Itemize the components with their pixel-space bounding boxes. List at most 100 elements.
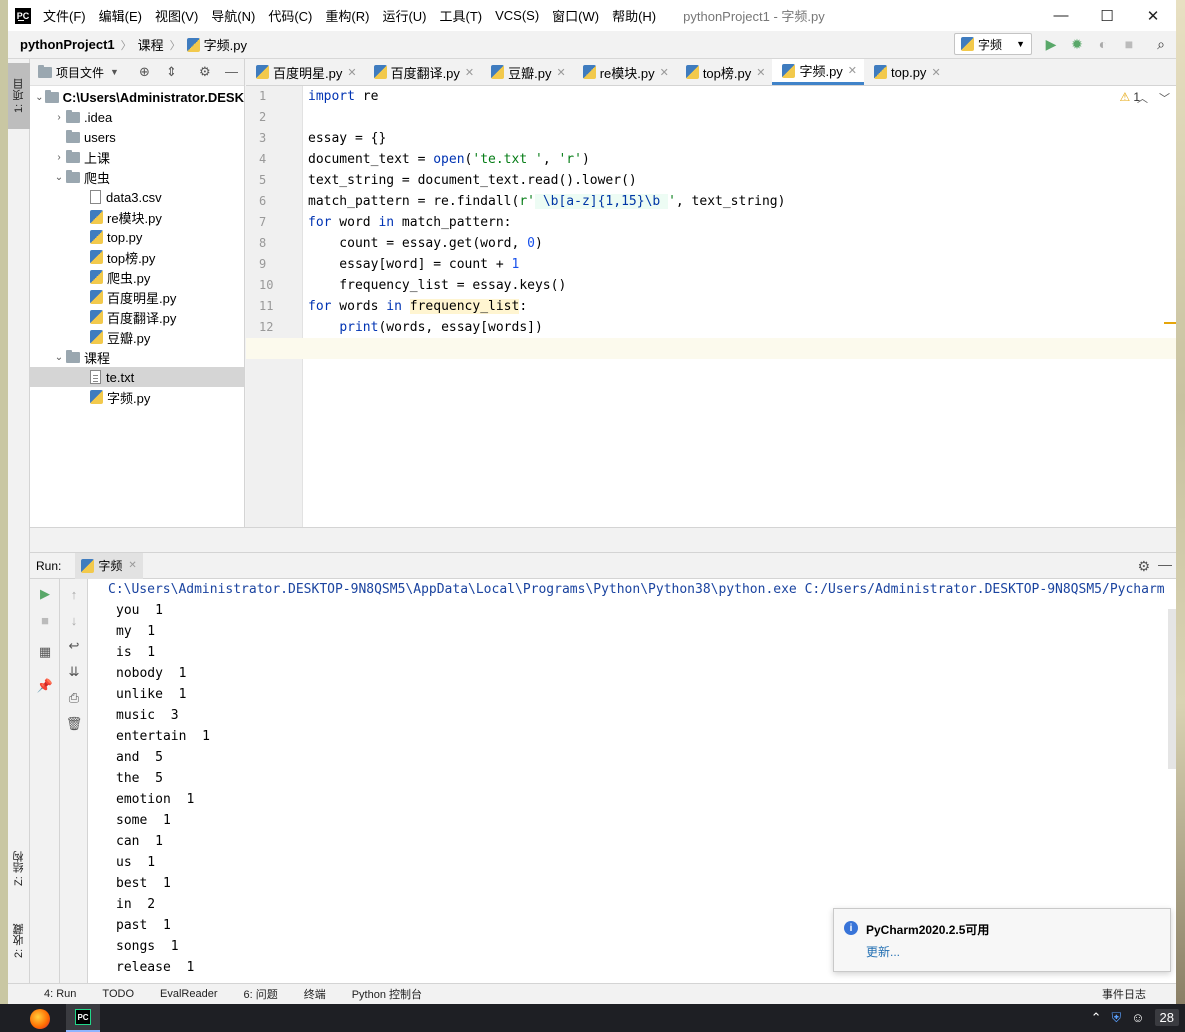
soft-wrap-icon[interactable]: ↩ bbox=[65, 637, 83, 655]
tree-item-file[interactable]: 字频.py bbox=[30, 387, 244, 407]
close-icon[interactable]: ✕ bbox=[848, 64, 857, 77]
close-icon[interactable]: ✕ bbox=[660, 66, 669, 79]
tree-item-file[interactable]: top.py bbox=[30, 227, 244, 247]
menu-navigate[interactable]: 导航(N) bbox=[211, 6, 255, 25]
bottom-tab-todo[interactable]: TODO bbox=[102, 988, 134, 1000]
tree-item-users[interactable]: users bbox=[30, 127, 244, 147]
pycharm-taskbar-button[interactable]: PC bbox=[66, 1004, 100, 1032]
tree-item-file[interactable]: 豆瓣.py bbox=[30, 327, 244, 347]
chevron-up-icon[interactable]: ︿ bbox=[1137, 93, 1148, 105]
tree-item-file[interactable]: 百度翻译.py bbox=[30, 307, 244, 327]
tree-item-file[interactable]: top榜.py bbox=[30, 247, 244, 267]
tree-item-file[interactable]: 爬虫.py bbox=[30, 267, 244, 287]
tab-re-module[interactable]: re模块.py ✕ bbox=[573, 59, 676, 85]
chevron-right-icon[interactable]: › bbox=[52, 112, 66, 123]
tree-item-file-selected[interactable]: te.txt bbox=[30, 367, 244, 387]
menu-code[interactable]: 代码(C) bbox=[268, 6, 312, 25]
run-icon[interactable]: ▶ bbox=[1042, 35, 1060, 53]
close-icon[interactable]: ✕ bbox=[347, 66, 356, 79]
close-window-button[interactable]: ✕ bbox=[1130, 0, 1176, 31]
breadcrumb-file[interactable]: 字频.py bbox=[204, 35, 247, 54]
stop-icon[interactable]: ■ bbox=[36, 611, 54, 629]
favorites-tool-tab[interactable]: 2: 收藏 bbox=[8, 911, 30, 971]
menu-window[interactable]: 窗口(W) bbox=[552, 6, 599, 25]
hide-icon[interactable]: — bbox=[225, 64, 238, 79]
tree-item-file[interactable]: 百度明星.py bbox=[30, 287, 244, 307]
bottom-tab-problems[interactable]: 6: 问题 bbox=[243, 986, 277, 1002]
tree-item-shangke[interactable]: › 上课 bbox=[30, 147, 244, 167]
gear-icon[interactable]: ⚙ bbox=[1137, 558, 1150, 575]
structure-tool-tab[interactable]: Z: 结构 bbox=[8, 839, 30, 899]
chevron-down-icon[interactable]: ▼ bbox=[110, 67, 119, 77]
menu-file[interactable]: 文件(F) bbox=[43, 6, 86, 25]
debug-icon[interactable]: ✹ bbox=[1068, 35, 1086, 53]
menu-view[interactable]: 视图(V) bbox=[155, 6, 198, 25]
print-icon[interactable]: ⎙ bbox=[65, 689, 83, 707]
shield-icon[interactable]: ⛨ bbox=[1111, 1010, 1121, 1026]
arrow-down-icon[interactable]: ↓ bbox=[65, 611, 83, 629]
project-panel-title[interactable]: 项目文件 bbox=[56, 64, 104, 81]
hide-icon[interactable]: — bbox=[1158, 556, 1172, 572]
run-tab-zipin[interactable]: 字频 ✕ bbox=[75, 552, 143, 579]
minimize-button[interactable]: — bbox=[1038, 0, 1084, 31]
bottom-tab-run[interactable]: 4: Run bbox=[44, 988, 76, 1000]
close-icon[interactable]: ✕ bbox=[756, 66, 765, 79]
scroll-to-end-icon[interactable]: ⇊ bbox=[65, 663, 83, 681]
inspection-nav[interactable]: ︿ ﹀ bbox=[1137, 90, 1170, 106]
breadcrumb-folder[interactable]: 课程 bbox=[138, 35, 164, 54]
chevron-down-icon[interactable]: ﹀ bbox=[1159, 93, 1170, 105]
bottom-tab-evalreader[interactable]: EvalReader bbox=[160, 988, 217, 1000]
chevron-up-icon[interactable]: ⌃ bbox=[1091, 1010, 1102, 1026]
firefox-icon[interactable] bbox=[30, 1009, 50, 1029]
project-tool-tab[interactable]: 1: 项目 bbox=[8, 63, 30, 129]
menu-edit[interactable]: 编辑(E) bbox=[99, 6, 142, 25]
close-icon[interactable]: ✕ bbox=[128, 560, 136, 571]
chevron-right-icon[interactable]: › bbox=[52, 152, 66, 163]
rerun-icon[interactable]: ▶ bbox=[36, 585, 54, 603]
tree-item-kecheng[interactable]: ⌄ 课程 bbox=[30, 347, 244, 367]
tab-douban[interactable]: 豆瓣.py ✕ bbox=[481, 59, 573, 85]
warning-stripe-marker[interactable] bbox=[1164, 322, 1176, 324]
trash-icon[interactable]: 🗑 bbox=[65, 715, 83, 733]
tree-item-pachong[interactable]: ⌄ 爬虫 bbox=[30, 167, 244, 187]
coverage-icon[interactable]: ◐ bbox=[1094, 35, 1112, 53]
code-editor[interactable]: 1 2 3 4 5 6 7 8 9 10 11 12 13 import ree… bbox=[246, 86, 1176, 527]
menu-run[interactable]: 运行(U) bbox=[382, 6, 426, 25]
search-icon[interactable]: ⌕ bbox=[1152, 35, 1170, 53]
menu-vcs[interactable]: VCS(S) bbox=[495, 8, 539, 23]
tab-top-list[interactable]: top榜.py ✕ bbox=[676, 59, 773, 85]
bottom-tab-terminal[interactable]: 终端 bbox=[304, 986, 326, 1002]
update-link[interactable]: 更新... bbox=[866, 943, 900, 960]
gear-icon[interactable]: ⚙ bbox=[199, 64, 211, 80]
tree-root[interactable]: ⌄ C:\Users\Administrator.DESK bbox=[30, 87, 244, 107]
tab-baidu-translate[interactable]: 百度翻译.py ✕ bbox=[364, 59, 482, 85]
chevron-down-icon[interactable]: ⌄ bbox=[52, 172, 66, 183]
run-configuration-select[interactable]: 字频 ▼ bbox=[954, 33, 1032, 55]
menu-refactor[interactable]: 重构(R) bbox=[325, 6, 369, 25]
menu-tools[interactable]: 工具(T) bbox=[439, 6, 482, 25]
close-icon[interactable]: ✕ bbox=[556, 66, 565, 79]
qq-icon[interactable]: ☺ bbox=[1131, 1010, 1144, 1025]
tab-baidu-star[interactable]: 百度明星.py ✕ bbox=[246, 59, 364, 85]
menu-help[interactable]: 帮助(H) bbox=[612, 6, 656, 25]
tab-top[interactable]: top.py ✕ bbox=[864, 59, 948, 85]
bottom-tab-python-console[interactable]: Python 控制台 bbox=[352, 986, 422, 1002]
close-icon[interactable]: ✕ bbox=[465, 66, 474, 79]
maximize-button[interactable]: ☐ bbox=[1084, 0, 1130, 31]
tray-badge[interactable]: 28 bbox=[1154, 1009, 1179, 1026]
pin-icon[interactable]: 📌 bbox=[36, 677, 54, 695]
arrow-up-icon[interactable]: ↑ bbox=[65, 585, 83, 603]
tree-item-file[interactable]: data3.csv bbox=[30, 187, 244, 207]
layout-icon[interactable]: ▦ bbox=[36, 643, 54, 661]
collapse-all-icon[interactable]: ⇕ bbox=[166, 64, 177, 80]
bottom-tab-event-log[interactable]: 事件日志 bbox=[1102, 986, 1146, 1002]
chevron-down-icon[interactable]: ⌄ bbox=[52, 352, 66, 363]
locate-icon[interactable]: ⊕ bbox=[139, 64, 150, 80]
close-icon[interactable]: ✕ bbox=[931, 66, 940, 79]
tree-item-idea[interactable]: › .idea bbox=[30, 107, 244, 127]
tree-item-file[interactable]: re模块.py bbox=[30, 207, 244, 227]
vertical-scrollbar[interactable] bbox=[1168, 609, 1176, 769]
stop-icon[interactable]: ■ bbox=[1120, 35, 1138, 53]
breadcrumb-project[interactable]: pythonProject1 bbox=[20, 37, 115, 52]
tab-zipin-active[interactable]: 字频.py ✕ bbox=[772, 59, 865, 85]
